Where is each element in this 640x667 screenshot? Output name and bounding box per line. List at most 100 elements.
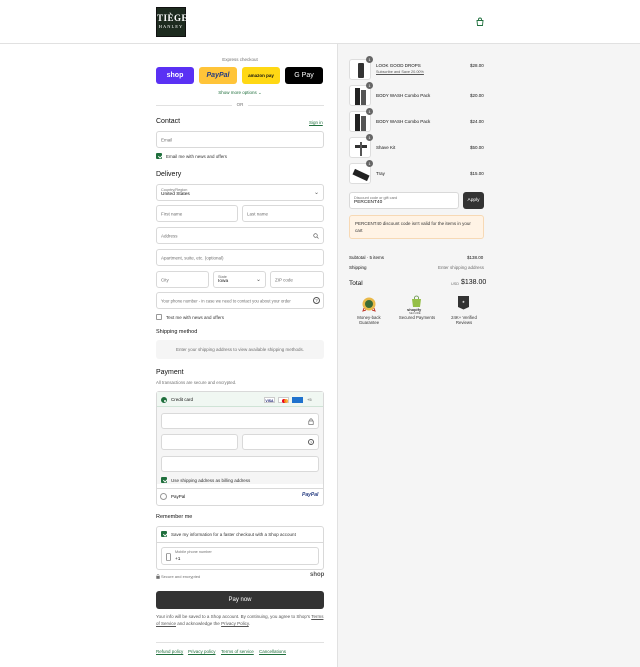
paypal-option-label: PayPal — [171, 494, 186, 499]
secured-payments-label: Secured Payments — [398, 315, 436, 320]
security-code-field[interactable]: ? — [242, 434, 319, 450]
legal-period: . — [248, 620, 251, 626]
money-back-badge-icon — [362, 297, 376, 312]
zip-field[interactable]: ZIP code — [270, 271, 324, 288]
product-price: $24.00 — [470, 119, 484, 124]
help-icon[interactable]: ? — [308, 439, 314, 445]
paypal-logo: PayPal — [302, 492, 319, 498]
email-field[interactable]: Email — [156, 131, 324, 148]
shop-pay-button[interactable]: shop — [156, 67, 194, 84]
payment-heading: Payment — [156, 369, 184, 376]
total-label: Total — [349, 280, 363, 287]
apply-button[interactable]: Apply — [463, 192, 484, 209]
credit-card-radio[interactable] — [161, 397, 167, 403]
brand-logo[interactable]: TIÈGE HANLEY — [156, 7, 188, 37]
save-info-label: Save my information for a faster checkou… — [171, 532, 296, 537]
help-icon[interactable]: ? — [313, 297, 320, 304]
verified-reviews-label: 24K+ Verified Reviews — [451, 315, 477, 326]
product-name: LOOK GOOD DROPS — [376, 63, 421, 68]
billing-address-label: Use shipping address as billing address — [171, 478, 251, 483]
product-subscription: Subscribe and Save 20.00% — [376, 70, 424, 74]
brand-line2: HANLEY — [158, 24, 184, 29]
total-value: $138.00 — [461, 279, 487, 286]
country-select[interactable]: Country/Region United States ⌄ — [156, 184, 324, 201]
billing-address-checkbox[interactable] — [161, 477, 167, 483]
product-name: Shave Kit — [376, 145, 396, 150]
name-on-card-field[interactable] — [161, 456, 319, 472]
privacy-policy-link[interactable]: Privacy policy — [188, 649, 216, 654]
discount-error-banner: PERCENT40 discount code isn't valid for … — [349, 215, 484, 239]
subtotal-label: Subtotal · 5 items — [349, 255, 385, 260]
terms-of-service-link[interactable]: Terms of service — [221, 649, 254, 654]
payment-divider — [157, 488, 323, 489]
card-number-field[interactable] — [161, 413, 319, 429]
mobile-phone-label: Mobile phone number — [175, 550, 212, 554]
state-select[interactable]: State Iowa ⌄ — [213, 271, 266, 288]
phone-field[interactable]: Your phone number - in case we need to c… — [156, 292, 324, 309]
quantity-badge: 1 — [366, 108, 373, 115]
payment-subtitle: All transactions are secure and encrypte… — [156, 380, 237, 385]
product-price: $15.00 — [470, 171, 484, 176]
divider-left — [156, 105, 232, 106]
paypal-label: PayPal — [206, 72, 230, 79]
zip-placeholder: ZIP code — [275, 277, 293, 282]
city-field[interactable]: City — [156, 271, 209, 288]
shop-logo: shop — [310, 572, 325, 578]
last-name-placeholder: Last name — [247, 211, 269, 216]
pay-now-label: Pay now — [228, 597, 252, 603]
text-news-checkbox[interactable] — [156, 314, 162, 320]
google-pay-button[interactable]: G Pay — [285, 67, 323, 84]
visa-icon: VISA — [264, 397, 275, 403]
lock-icon — [308, 418, 314, 425]
legal-and: and acknowledge the — [177, 620, 220, 626]
email-news-checkbox[interactable] — [156, 153, 162, 159]
show-more-options-link[interactable]: Show more options ⌄ — [156, 90, 324, 96]
paypal-button[interactable]: PayPal — [199, 67, 237, 84]
credit-card-option[interactable]: Credit card VISA +5 — [157, 392, 323, 407]
refund-policy-link[interactable]: Refund policy — [156, 649, 183, 654]
quantity-badge: 1 — [366, 82, 373, 89]
shop-pay-label: shop — [166, 72, 184, 79]
credit-card-label: Credit card — [171, 397, 194, 402]
first-name-placeholder: First name — [161, 211, 183, 216]
state-value: Iowa — [218, 279, 229, 284]
discount-code-field[interactable]: Discount code or gift card PERCENT40 — [349, 192, 459, 209]
shopping-bag-icon[interactable] — [475, 17, 485, 27]
search-icon — [313, 233, 319, 239]
shipping-method-message: Enter your shipping address to view avai… — [175, 347, 305, 352]
shipping-value: Enter shipping address — [438, 265, 485, 270]
quantity-badge: 1 — [366, 56, 373, 63]
last-name-field[interactable]: Last name — [242, 205, 324, 222]
privacy-link[interactable]: Privacy Policy — [221, 621, 249, 626]
first-name-field[interactable]: First name — [156, 205, 238, 222]
cancellations-link[interactable]: Cancellations — [259, 649, 286, 654]
header: TIÈGE HANLEY — [0, 0, 640, 44]
product-price: $20.00 — [470, 93, 484, 98]
city-placeholder: City — [161, 277, 169, 282]
mobile-phone-field[interactable]: Mobile phone number +1 — [161, 547, 319, 565]
lock-icon — [156, 574, 160, 579]
phone-placeholder: Your phone number - in case we need to c… — [161, 298, 291, 303]
quantity-badge: 1 — [366, 134, 373, 141]
express-checkout-label: Express checkout — [222, 57, 258, 62]
email-placeholder: Email — [161, 137, 173, 142]
discount-error-text: PERCENT40 discount code isn't valid for … — [355, 221, 471, 234]
subtotal-value: $138.00 — [467, 255, 484, 260]
remember-me-heading: Remember me — [156, 514, 193, 520]
shipping-method-box: Enter your shipping address to view avai… — [156, 340, 324, 359]
pay-now-button[interactable]: Pay now — [156, 591, 324, 609]
apartment-placeholder: Apartment, suite, etc. (optional) — [161, 255, 224, 260]
delivery-heading: Delivery — [156, 171, 182, 178]
contact-heading: Contact — [156, 118, 181, 125]
sign-in-link[interactable]: Sign in — [309, 120, 323, 125]
apartment-field[interactable]: Apartment, suite, etc. (optional) — [156, 249, 324, 266]
chevron-down-icon: ⌄ — [313, 190, 319, 196]
amazon-pay-button[interactable]: amazon pay — [242, 67, 280, 84]
save-info-checkbox[interactable] — [161, 531, 167, 537]
text-news-label: Text me with news and offers — [166, 315, 224, 320]
product-name: BODY WASH Combo Pack — [376, 119, 431, 124]
expiry-field[interactable] — [161, 434, 238, 450]
paypal-radio[interactable] — [160, 493, 167, 500]
address-field[interactable]: Address — [156, 227, 324, 244]
divider-right — [248, 105, 324, 106]
